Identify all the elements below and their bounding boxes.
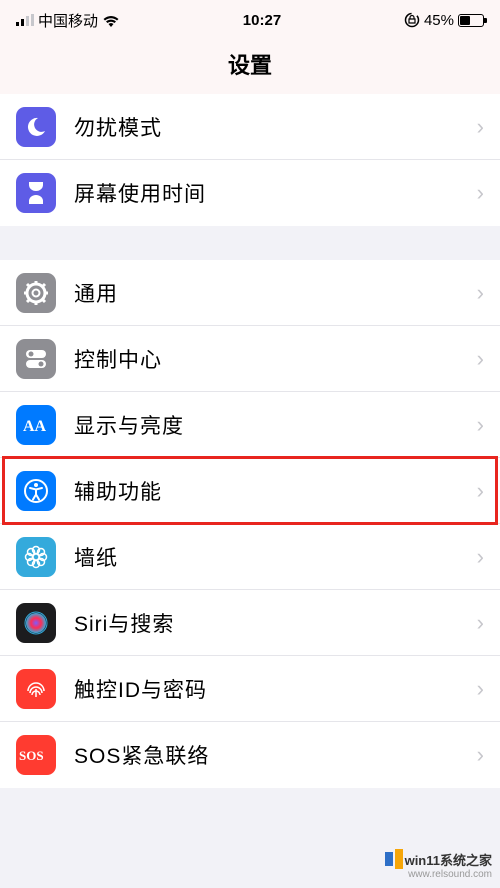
battery-icon (458, 14, 484, 27)
row-touchid-passcode[interactable]: 触控ID与密码 › (0, 656, 500, 722)
chevron-right-icon: › (477, 346, 484, 372)
orientation-lock-icon (404, 12, 420, 28)
gear-icon (16, 273, 56, 313)
siri-icon (16, 603, 56, 643)
flower-icon (16, 537, 56, 577)
watermark: win11系统之家 www.relsound.com (385, 849, 492, 880)
status-time: 10:27 (243, 12, 281, 29)
row-accessibility[interactable]: 辅助功能 › (0, 458, 500, 524)
row-display-brightness[interactable]: AA 显示与亮度 › (0, 392, 500, 458)
switches-icon (16, 339, 56, 379)
row-label: 辅助功能 (74, 476, 477, 506)
svg-text:AA: AA (23, 418, 47, 435)
row-siri-search[interactable]: Siri与搜索 › (0, 590, 500, 656)
row-label: 勿扰模式 (74, 112, 477, 142)
chevron-right-icon: › (477, 478, 484, 504)
accessibility-icon (16, 471, 56, 511)
row-label: 控制中心 (74, 344, 477, 374)
chevron-right-icon: › (477, 742, 484, 768)
row-label: 墙纸 (74, 542, 477, 572)
touchid-icon (16, 669, 56, 709)
chevron-right-icon: › (477, 544, 484, 570)
chevron-right-icon: › (477, 610, 484, 636)
watermark-line1: win11系统之家 (385, 849, 492, 869)
chevron-right-icon: › (477, 114, 484, 140)
status-right: 45% (404, 12, 484, 29)
status-left: 中国移动 (16, 10, 120, 31)
row-label: 显示与亮度 (74, 410, 477, 440)
watermark-line2: www.relsound.com (385, 869, 492, 880)
watermark-bar-icon (385, 852, 393, 866)
carrier-label: 中国移动 (38, 10, 98, 31)
settings-group-2: 通用 › 控制中心 › AA 显示与亮度 › 辅助功能 › 墙纸 › Siri与… (0, 260, 500, 788)
battery-pct: 45% (424, 12, 454, 29)
chevron-right-icon: › (477, 180, 484, 206)
section-gap (0, 226, 500, 260)
wifi-icon (102, 14, 120, 27)
settings-group-1: 勿扰模式 › 屏幕使用时间 › (0, 94, 500, 226)
sos-icon: SOS (16, 735, 56, 775)
hourglass-icon (16, 173, 56, 213)
row-label: 通用 (74, 278, 477, 308)
chevron-right-icon: › (477, 676, 484, 702)
signal-icon (16, 14, 34, 26)
row-control-centre[interactable]: 控制中心 › (0, 326, 500, 392)
svg-text:SOS: SOS (19, 748, 44, 763)
moon-icon (16, 107, 56, 147)
row-screen-time[interactable]: 屏幕使用时间 › (0, 160, 500, 226)
row-do-not-disturb[interactable]: 勿扰模式 › (0, 94, 500, 160)
battery-fill (460, 16, 470, 25)
row-emergency-sos[interactable]: SOS SOS紧急联络 › (0, 722, 500, 788)
status-bar: 中国移动 10:27 45% (0, 0, 500, 40)
chevron-right-icon: › (477, 412, 484, 438)
row-label: 触控ID与密码 (74, 674, 477, 704)
row-wallpaper[interactable]: 墙纸 › (0, 524, 500, 590)
chevron-right-icon: › (477, 280, 484, 306)
row-general[interactable]: 通用 › (0, 260, 500, 326)
aa-icon: AA (16, 405, 56, 445)
page-title: 设置 (0, 40, 500, 94)
row-label: Siri与搜索 (74, 608, 477, 638)
watermark-bar-icon (395, 849, 403, 869)
row-label: SOS紧急联络 (74, 740, 477, 770)
row-label: 屏幕使用时间 (74, 178, 477, 208)
